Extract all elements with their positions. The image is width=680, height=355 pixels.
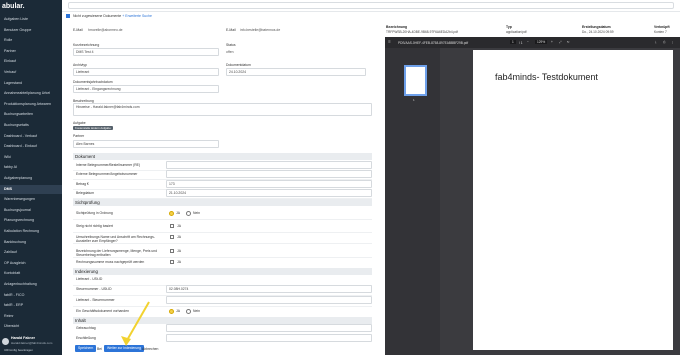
page-total: / 1	[519, 41, 523, 45]
linked-label: Verknüpft	[654, 25, 670, 29]
pdf-page: fab4minds- Testdokument	[473, 50, 673, 350]
linked-value[interactable]: Konten 7	[654, 30, 667, 34]
pdf-filename: PDS/AAS-0HEF-4FEB-8758-897EABBBF29B.pdf	[398, 41, 469, 45]
thumbnail-sidebar: 1	[385, 48, 440, 355]
zoom-level[interactable]: 129%	[535, 40, 548, 44]
page-number-input[interactable]: 1	[510, 40, 516, 44]
pdf-viewer: ☰ PDS/AAS-0HEF-4FEB-8758-897EABBBF29B.pd…	[385, 37, 680, 355]
zoom-out-icon[interactable]: −	[527, 40, 529, 44]
pdf-page-text: fab4minds- Testdokument	[495, 72, 598, 82]
menu-icon[interactable]: ☰	[388, 40, 391, 44]
print-icon[interactable]: ⎙	[663, 40, 666, 44]
filename-label: Bezeichnung	[386, 25, 408, 29]
created-label: Erstellungsdatum	[582, 25, 611, 29]
pdf-toolbar: ☰ PDS/AAS-0HEF-4FEB-8758-897EABBBF29B.pd…	[385, 37, 680, 48]
rotate-icon[interactable]: ↻	[567, 40, 570, 44]
filename-value: TRFPWSB-20HA-4DBE-9B68-97F6A6EDA2b4.pdf	[386, 30, 458, 34]
zoom-in-icon[interactable]: +	[551, 40, 553, 44]
type-label: Typ	[506, 25, 512, 29]
type-value: application/pdf	[506, 30, 527, 34]
app-root: abular. Aufgaben Liste Benutzer Gruppe Rol…	[0, 0, 680, 355]
page-thumbnail[interactable]	[404, 65, 427, 96]
download-icon[interactable]: ⤓	[655, 40, 656, 44]
thumbnail-number: 1	[413, 98, 415, 102]
created-value: Do., 24.10.2024 09:59	[582, 30, 614, 34]
more-icon[interactable]: ⋮	[671, 40, 674, 44]
fit-page-icon[interactable]: ⤢	[559, 40, 562, 44]
